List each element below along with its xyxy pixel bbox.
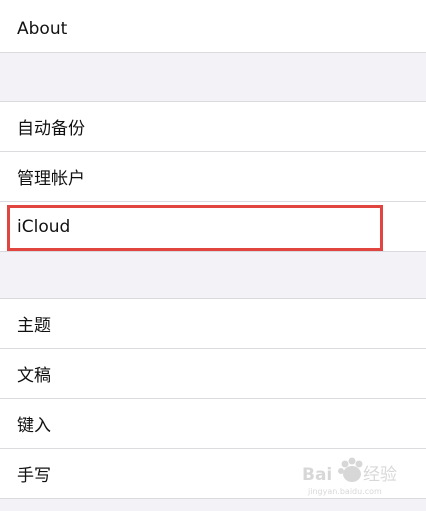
- settings-row-theme[interactable]: 主题: [0, 299, 426, 348]
- settings-group-3: 主题 文稿 键入 手写: [0, 298, 426, 499]
- settings-row-typing[interactable]: 键入: [0, 398, 426, 448]
- section-spacer: [0, 53, 426, 101]
- settings-row-icloud[interactable]: iCloud: [0, 201, 426, 251]
- settings-row-about[interactable]: About: [0, 0, 426, 52]
- settings-row-label: 文稿: [17, 366, 51, 386]
- settings-group-1: About: [0, 0, 426, 53]
- settings-row-handwriting[interactable]: 手写: [0, 448, 426, 498]
- settings-row-label: 自动备份: [17, 119, 85, 139]
- settings-screen: About 自动备份 管理帐户 iCloud 主题 文稿 键入 手写 Bai 经…: [0, 0, 426, 511]
- settings-group-2: 自动备份 管理帐户 iCloud: [0, 101, 426, 252]
- settings-row-auto-backup[interactable]: 自动备份: [0, 102, 426, 151]
- settings-row-documents[interactable]: 文稿: [0, 348, 426, 398]
- settings-row-label: 键入: [17, 416, 51, 436]
- settings-row-label: 主题: [17, 316, 51, 336]
- settings-row-manage-accounts[interactable]: 管理帐户: [0, 151, 426, 201]
- settings-row-label: 手写: [17, 466, 51, 486]
- settings-row-label: About: [17, 18, 68, 39]
- section-spacer: [0, 252, 426, 298]
- settings-row-label: 管理帐户: [17, 169, 85, 189]
- settings-row-label: iCloud: [17, 216, 71, 237]
